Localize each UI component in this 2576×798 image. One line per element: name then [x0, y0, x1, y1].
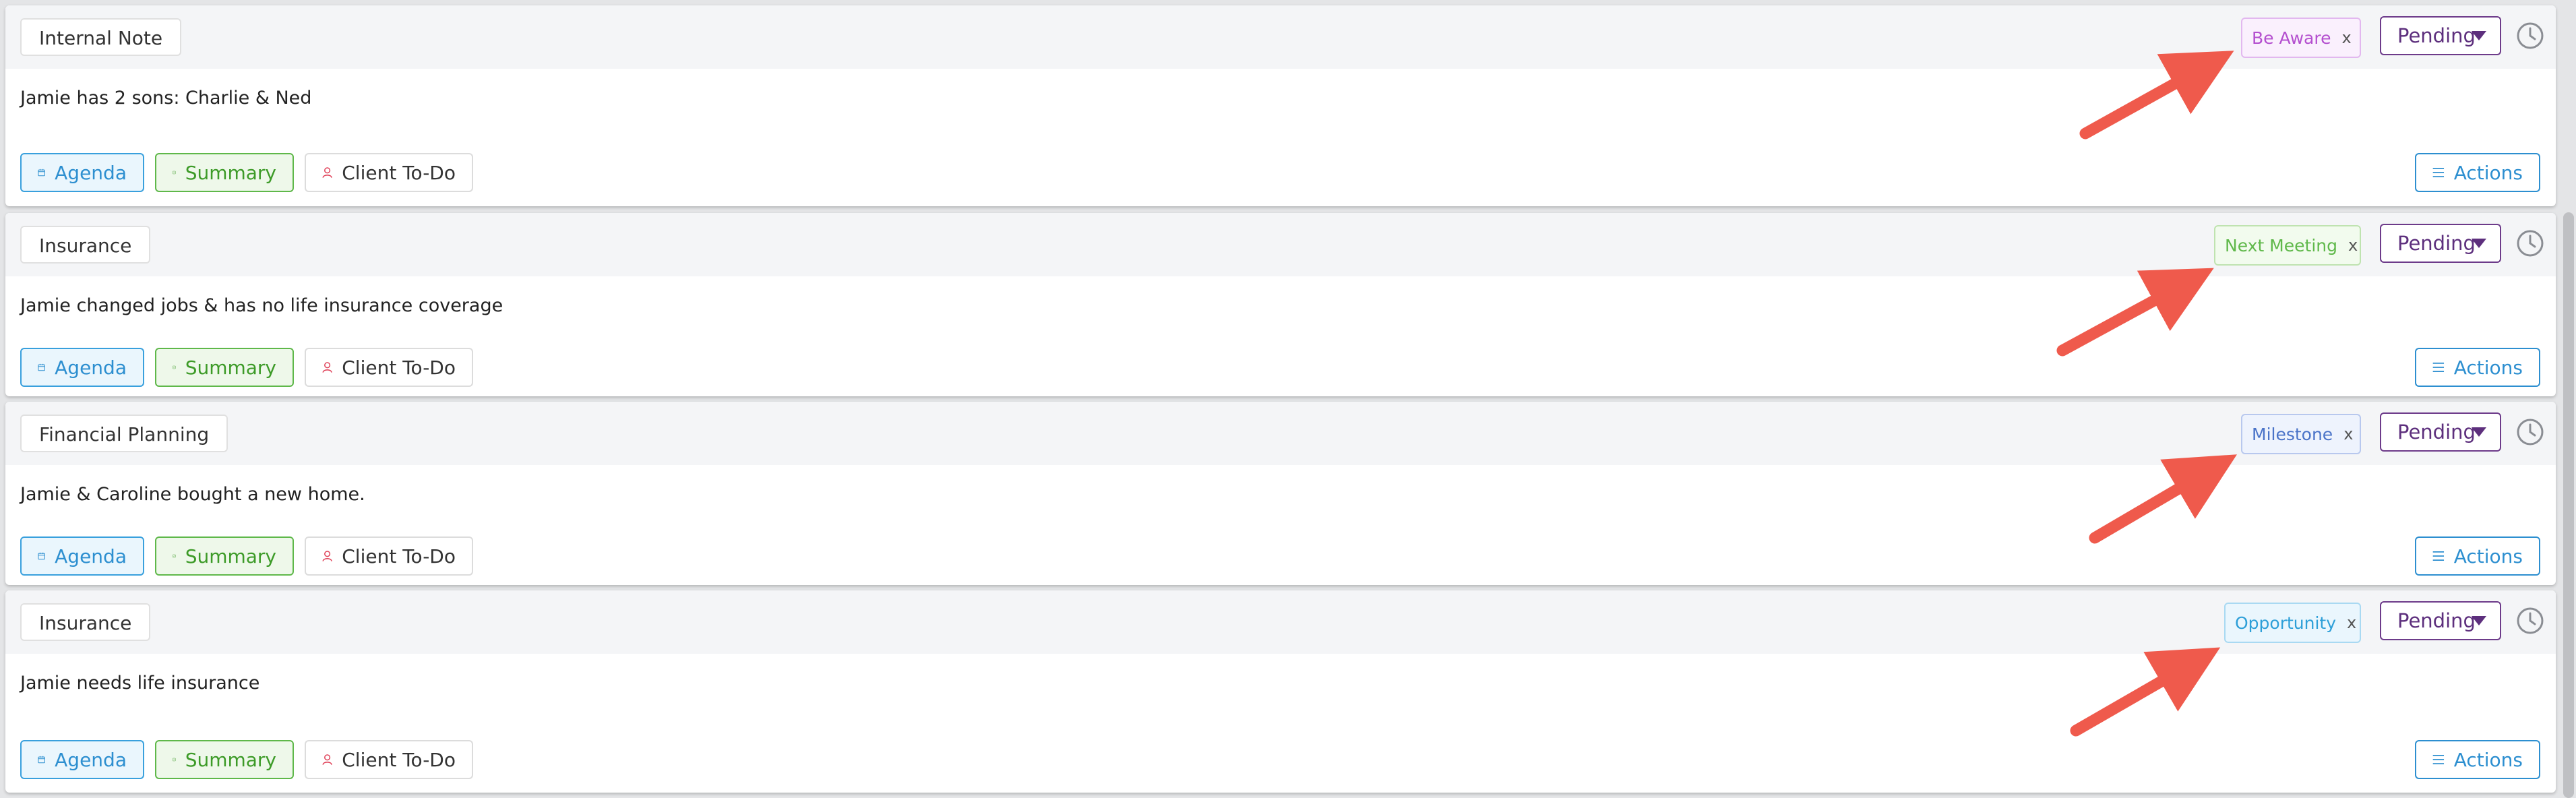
- caret-down-icon: [2472, 427, 2486, 437]
- status-dropdown[interactable]: Pending: [2380, 16, 2501, 55]
- client-todo-label: Client To-Do: [342, 161, 456, 184]
- agenda-label: Agenda: [55, 545, 127, 567]
- category-label[interactable]: Insurance: [20, 603, 151, 641]
- status-dropdown[interactable]: Pending: [2380, 412, 2501, 452]
- agenda-button[interactable]: Agenda: [20, 348, 144, 387]
- caret-down-icon: [2472, 616, 2486, 625]
- summary-label: Summary: [185, 545, 276, 567]
- tag-be-aware[interactable]: Be Aware x: [2241, 18, 2361, 58]
- tag-label: Be Aware: [2252, 28, 2331, 48]
- note-text: Jamie changed jobs & has no life insuran…: [20, 295, 503, 316]
- agenda-label: Agenda: [55, 161, 127, 184]
- category-label[interactable]: Financial Planning: [20, 415, 228, 452]
- actions-button[interactable]: Actions: [2415, 153, 2540, 192]
- actions-button[interactable]: Actions: [2415, 348, 2540, 387]
- note-header: [5, 213, 2556, 276]
- menu-icon: [2432, 362, 2445, 373]
- client-todo-button[interactable]: Client To-Do: [305, 740, 473, 779]
- status-dropdown[interactable]: Pending: [2380, 601, 2501, 640]
- client-todo-label: Client To-Do: [342, 356, 456, 379]
- calendar-icon: [38, 756, 45, 764]
- menu-icon: [2432, 167, 2445, 178]
- summary-label: Summary: [185, 748, 276, 771]
- clock-icon[interactable]: [2516, 607, 2544, 635]
- client-todo-label: Client To-Do: [342, 748, 456, 771]
- agenda-label: Agenda: [55, 356, 127, 379]
- summary-button[interactable]: Summary: [155, 348, 294, 387]
- check-square-icon: [173, 171, 176, 175]
- check-square-icon: [173, 365, 176, 369]
- tag-remove-icon[interactable]: x: [2343, 425, 2353, 443]
- summary-button[interactable]: Summary: [155, 536, 294, 576]
- client-todo-label: Client To-Do: [342, 545, 456, 567]
- status-label: Pending: [2397, 232, 2476, 255]
- note-text: Jamie needs life insurance: [20, 673, 260, 694]
- actions-label: Actions: [2453, 161, 2523, 184]
- agenda-button[interactable]: Agenda: [20, 153, 144, 192]
- menu-icon: [2432, 754, 2445, 765]
- summary-button[interactable]: Summary: [155, 153, 294, 192]
- tag-next-meeting[interactable]: Next Meeting x: [2214, 225, 2361, 266]
- category-label[interactable]: Internal Note: [20, 18, 182, 56]
- menu-icon: [2432, 551, 2445, 561]
- user-icon: [322, 167, 332, 178]
- calendar-icon: [38, 363, 45, 371]
- actions-label: Actions: [2453, 748, 2523, 771]
- caret-down-icon: [2472, 31, 2486, 40]
- actions-button[interactable]: Actions: [2415, 536, 2540, 576]
- summary-label: Summary: [185, 356, 276, 379]
- client-todo-button[interactable]: Client To-Do: [305, 153, 473, 192]
- agenda-button[interactable]: Agenda: [20, 740, 144, 779]
- note-card: Insurance Opportunity x Pending Jamie ne…: [5, 590, 2556, 793]
- status-label: Pending: [2397, 421, 2476, 443]
- category-label[interactable]: Insurance: [20, 226, 151, 264]
- tag-label: Opportunity: [2235, 613, 2337, 633]
- agenda-label: Agenda: [55, 748, 127, 771]
- user-icon: [322, 362, 332, 373]
- user-icon: [322, 754, 332, 765]
- tag-remove-icon[interactable]: x: [2348, 236, 2358, 255]
- tag-opportunity[interactable]: Opportunity x: [2224, 603, 2361, 643]
- note-text: Jamie has 2 sons: Charlie & Ned: [20, 88, 312, 109]
- actions-label: Actions: [2453, 356, 2523, 379]
- client-todo-button[interactable]: Client To-Do: [305, 348, 473, 387]
- note-card: Internal Note Be Aware x Pending Jamie h…: [5, 5, 2556, 206]
- tag-remove-icon[interactable]: x: [2347, 613, 2356, 632]
- agenda-button[interactable]: Agenda: [20, 536, 144, 576]
- summary-button[interactable]: Summary: [155, 740, 294, 779]
- client-todo-button[interactable]: Client To-Do: [305, 536, 473, 576]
- note-header: [5, 590, 2556, 654]
- calendar-icon: [38, 552, 45, 560]
- tag-label: Next Meeting: [2225, 235, 2337, 255]
- note-card: Financial Planning Milestone x Pending J…: [5, 402, 2556, 585]
- note-header: [5, 402, 2556, 465]
- vertical-scrollbar[interactable]: [2563, 212, 2574, 798]
- status-dropdown[interactable]: Pending: [2380, 224, 2501, 263]
- actions-button[interactable]: Actions: [2415, 740, 2540, 779]
- note-card: Insurance Next Meeting x Pending Jamie c…: [5, 213, 2556, 396]
- summary-label: Summary: [185, 161, 276, 184]
- calendar-icon: [38, 168, 45, 177]
- actions-label: Actions: [2453, 545, 2523, 567]
- status-label: Pending: [2397, 24, 2476, 47]
- note-header: [5, 5, 2556, 69]
- status-label: Pending: [2397, 609, 2476, 632]
- tag-remove-icon[interactable]: x: [2341, 28, 2351, 47]
- user-icon: [322, 551, 332, 561]
- tag-milestone[interactable]: Milestone x: [2241, 414, 2361, 454]
- check-square-icon: [173, 554, 176, 558]
- note-text: Jamie & Caroline bought a new home.: [20, 484, 365, 505]
- caret-down-icon: [2472, 239, 2486, 248]
- clock-icon[interactable]: [2516, 229, 2544, 257]
- clock-icon[interactable]: [2516, 22, 2544, 50]
- clock-icon[interactable]: [2516, 418, 2544, 446]
- tag-label: Milestone: [2252, 424, 2333, 444]
- check-square-icon: [173, 758, 176, 762]
